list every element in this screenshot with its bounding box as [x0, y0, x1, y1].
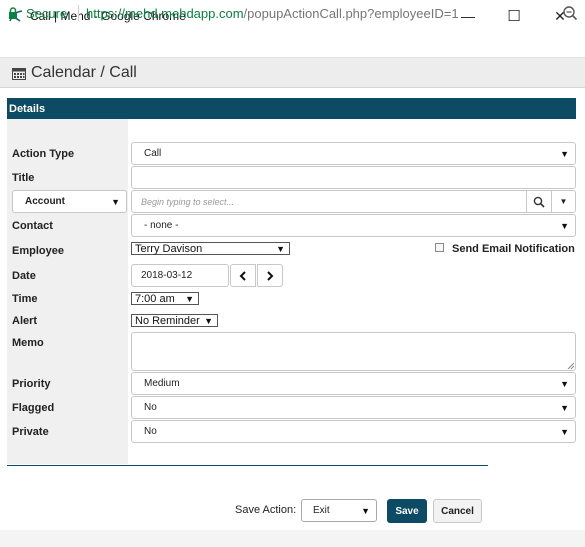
time-label: Time: [12, 293, 38, 305]
chevron-right-icon: [267, 270, 274, 281]
save-action-label: Save Action:: [235, 504, 297, 516]
flagged-label: Flagged: [12, 402, 55, 414]
action-type-value: Call: [144, 148, 162, 159]
contact-select[interactable]: - none - ▼: [131, 214, 576, 237]
cancel-button[interactable]: Cancel: [433, 499, 482, 523]
caret-down-icon: ▼: [559, 197, 568, 206]
alert-value: No Reminder: [135, 314, 200, 327]
memo-label: Memo: [12, 337, 44, 349]
zoom-icon[interactable]: [562, 5, 578, 21]
contact-value: - none -: [144, 220, 179, 231]
chevron-left-icon: [239, 270, 246, 281]
date-value: 2018-03-12: [141, 270, 193, 281]
title-input[interactable]: [131, 166, 576, 189]
priority-select[interactable]: Medium ▼: [131, 372, 576, 395]
caret-down-icon: ▼: [560, 220, 569, 231]
private-label: Private: [12, 426, 49, 438]
address-bar[interactable]: [0, 32, 585, 58]
account-search-button[interactable]: [526, 190, 552, 213]
address-separator: [78, 5, 79, 21]
priority-value: Medium: [144, 378, 180, 389]
url-scheme: https://: [86, 6, 126, 21]
caret-down-icon: ▼: [204, 315, 213, 326]
caret-down-icon: ▼: [361, 505, 370, 516]
details-section-header: Details: [7, 98, 576, 119]
action-type-select[interactable]: Call ▼: [131, 142, 576, 165]
email-notification-checkbox[interactable]: [435, 243, 444, 252]
account-lookup-placeholder: Begin typing to select...: [141, 196, 235, 207]
date-next-button[interactable]: [257, 264, 283, 287]
flagged-value: No: [144, 402, 157, 413]
flagged-select[interactable]: No ▼: [131, 396, 576, 419]
url-text[interactable]: https://mehd.mehdapp.com/popupActionCall…: [86, 6, 459, 21]
secure-label: Secure: [26, 6, 68, 21]
date-prev-button[interactable]: [230, 264, 256, 287]
caret-down-icon: ▼: [111, 196, 120, 207]
action-type-label: Action Type: [12, 148, 75, 160]
section-divider: [7, 465, 488, 466]
employee-select[interactable]: Terry Davison ▼: [131, 242, 290, 255]
account-dropdown-button[interactable]: ▼: [551, 190, 576, 213]
date-label: Date: [12, 270, 36, 282]
caret-down-icon: ▼: [560, 426, 569, 437]
private-select[interactable]: No ▼: [131, 420, 576, 443]
page-title: Calendar / Call: [31, 64, 137, 81]
employee-value: Terry Davison: [135, 242, 203, 255]
account-type-value: Account: [25, 196, 65, 207]
employee-label: Employee: [12, 245, 64, 257]
caret-down-icon: ▼: [560, 148, 569, 159]
page-footer: [0, 530, 585, 547]
caret-down-icon: ▼: [560, 378, 569, 389]
memo-textarea[interactable]: [131, 332, 576, 371]
caret-down-icon: ▼: [560, 402, 569, 413]
account-lookup-input[interactable]: Begin typing to select...: [131, 190, 527, 213]
url-domain: mehd.mehdapp.com: [125, 6, 244, 21]
save-action-value: Exit: [313, 505, 330, 516]
lock-icon: [9, 7, 17, 19]
account-type-select[interactable]: Account ▼: [12, 190, 127, 213]
save-action-select[interactable]: Exit ▼: [301, 499, 377, 522]
email-notification-label: Send Email Notification: [452, 243, 575, 255]
alert-select[interactable]: No Reminder ▼: [131, 314, 218, 327]
resize-grip-icon[interactable]: [566, 361, 574, 369]
time-select[interactable]: 7:00 am ▼: [131, 292, 199, 305]
search-icon: [533, 196, 545, 208]
maximize-button[interactable]: ☐: [491, 0, 537, 32]
caret-down-icon: ▼: [276, 243, 285, 254]
time-value: 7:00 am: [135, 292, 175, 305]
contact-label: Contact: [12, 220, 53, 232]
save-button[interactable]: Save: [387, 499, 427, 523]
alert-label: Alert: [12, 315, 38, 327]
title-label: Title: [12, 172, 35, 184]
priority-label: Priority: [12, 378, 51, 390]
date-input[interactable]: 2018-03-12: [131, 264, 229, 287]
url-path: /popupActionCall.php?employeeID=1: [243, 6, 459, 21]
calendar-icon: [12, 68, 26, 80]
caret-down-icon: ▼: [185, 293, 194, 304]
private-value: No: [144, 426, 157, 437]
